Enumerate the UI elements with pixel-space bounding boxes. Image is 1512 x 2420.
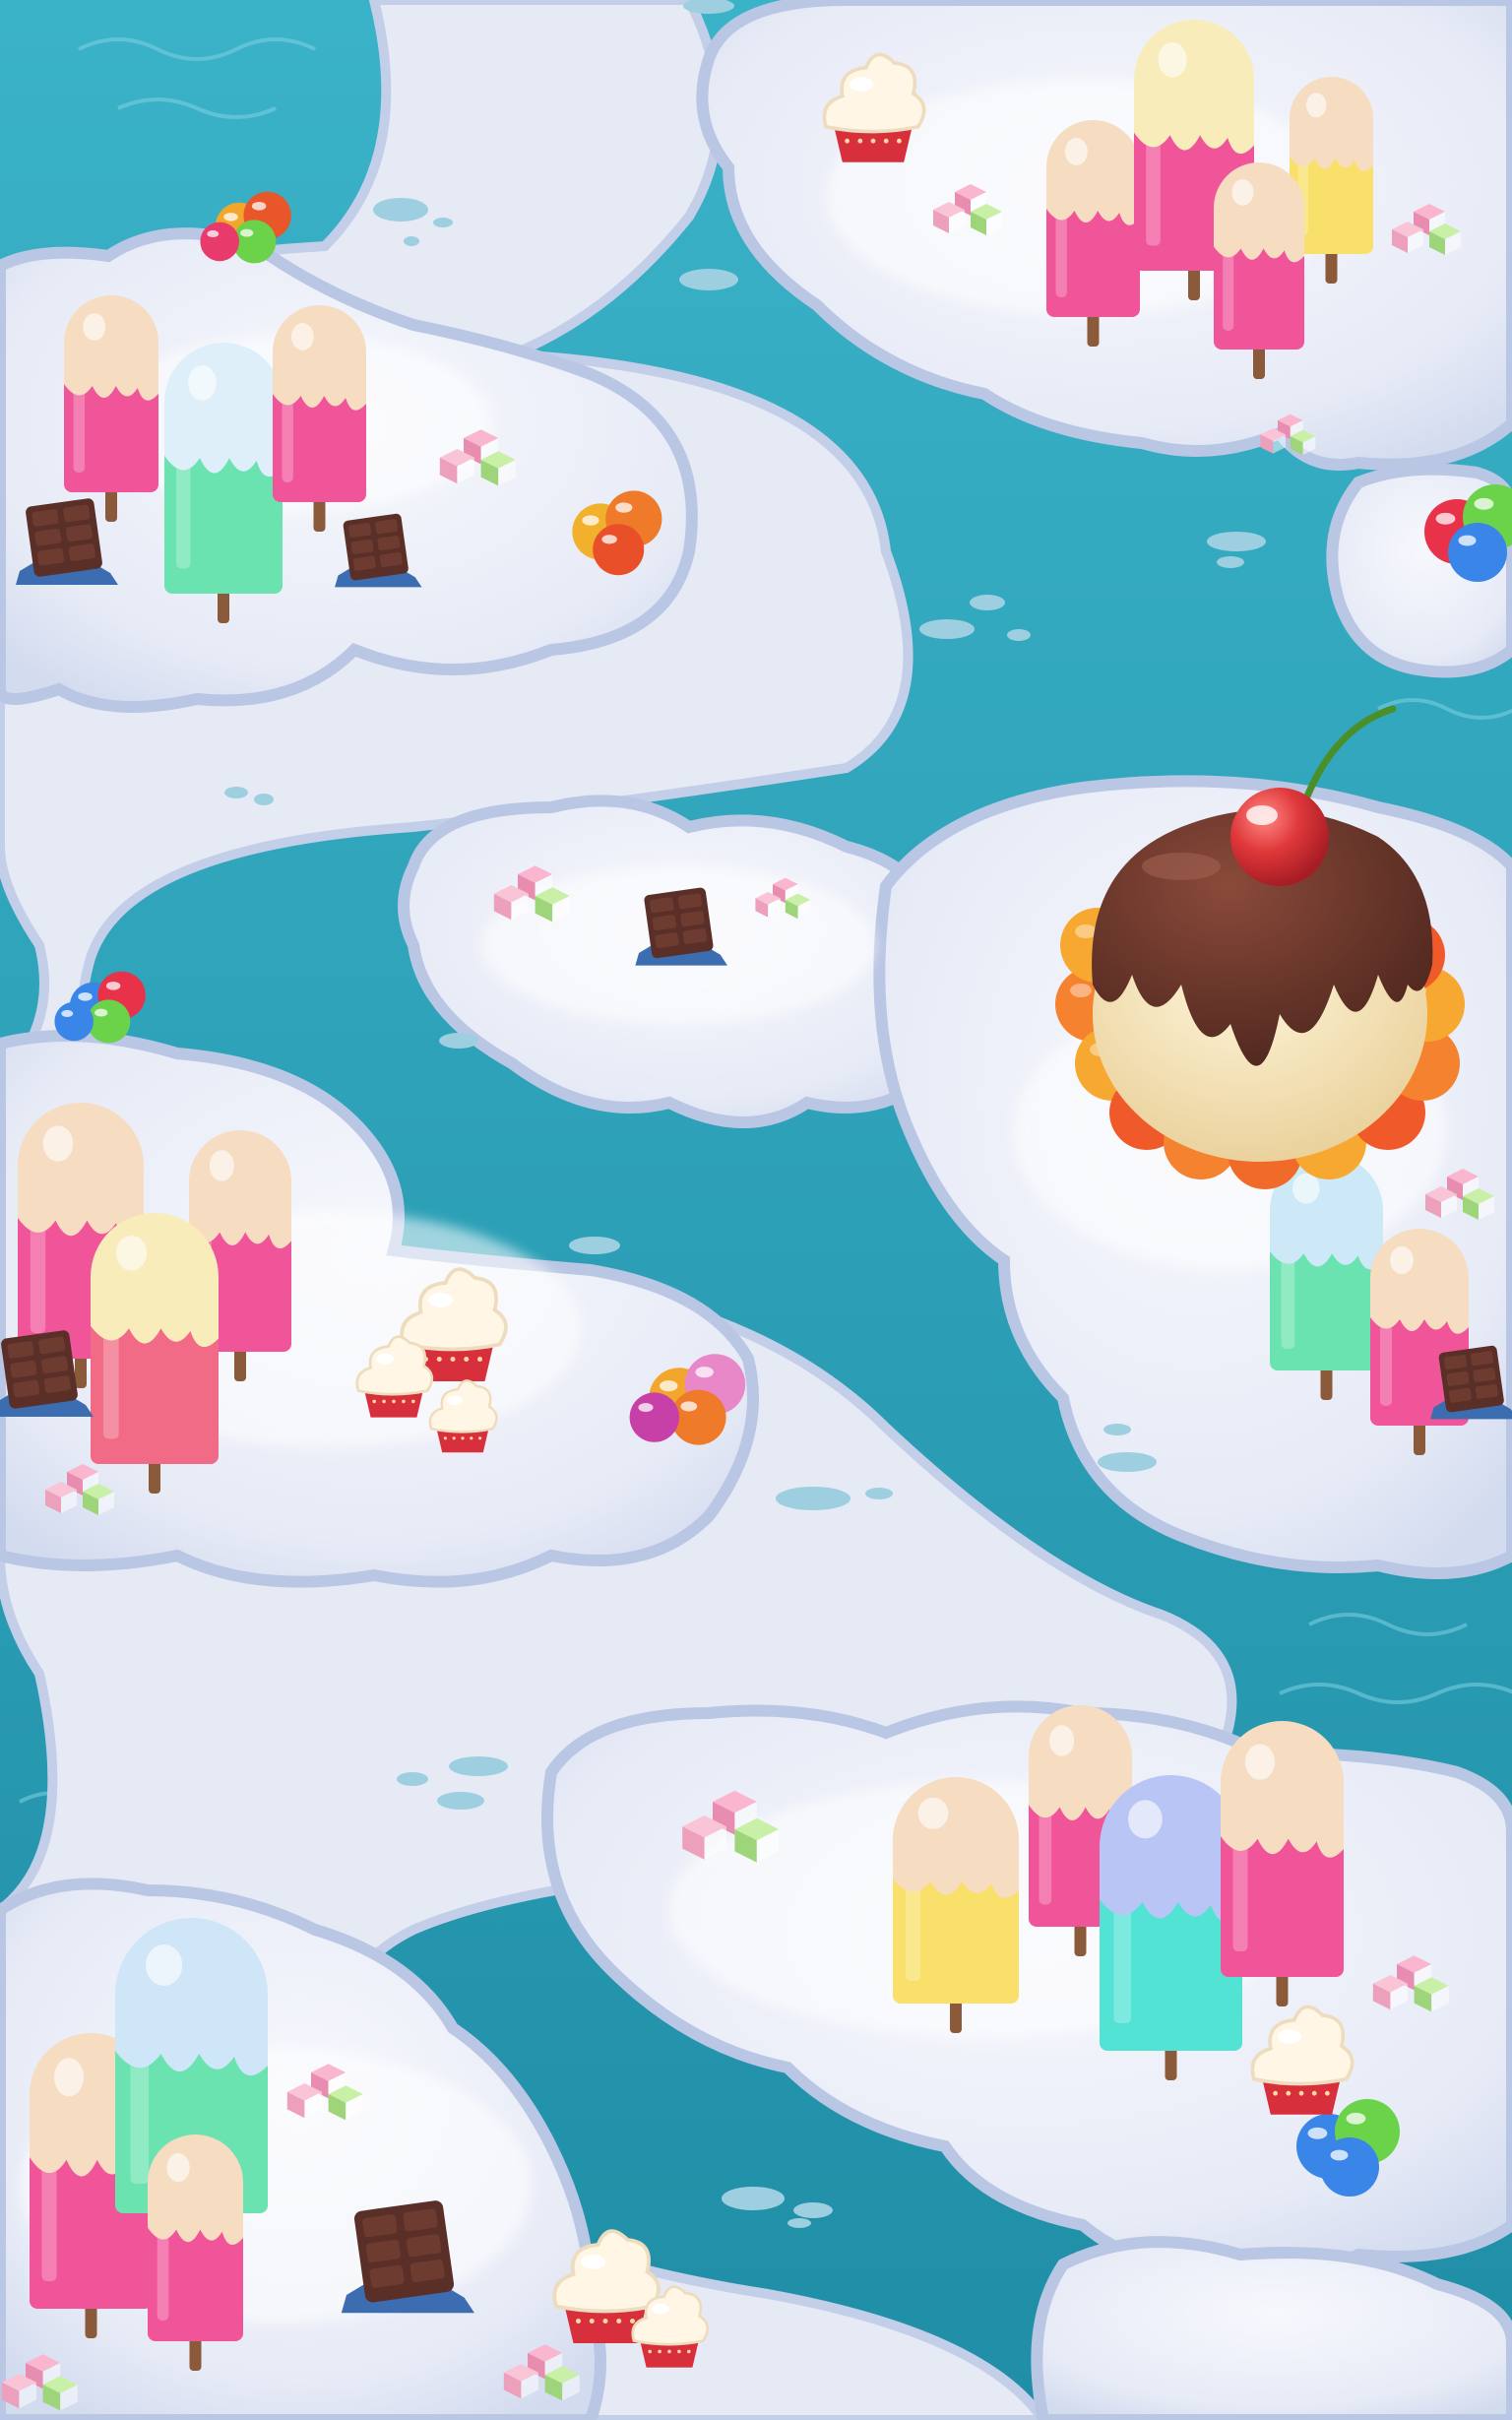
popsicle — [148, 2134, 243, 2371]
popsicle — [164, 343, 283, 623]
popsicle — [1270, 1154, 1383, 1400]
popsicle — [893, 1777, 1019, 2033]
popsicle — [273, 305, 366, 532]
popsicle — [1214, 162, 1304, 379]
popsicle — [1046, 120, 1140, 347]
popsicle — [91, 1213, 219, 1494]
popsicle — [1370, 1229, 1469, 1455]
popsicle — [1221, 1721, 1344, 2006]
game-map-scene — [0, 0, 1512, 2420]
popsicle — [64, 295, 158, 522]
